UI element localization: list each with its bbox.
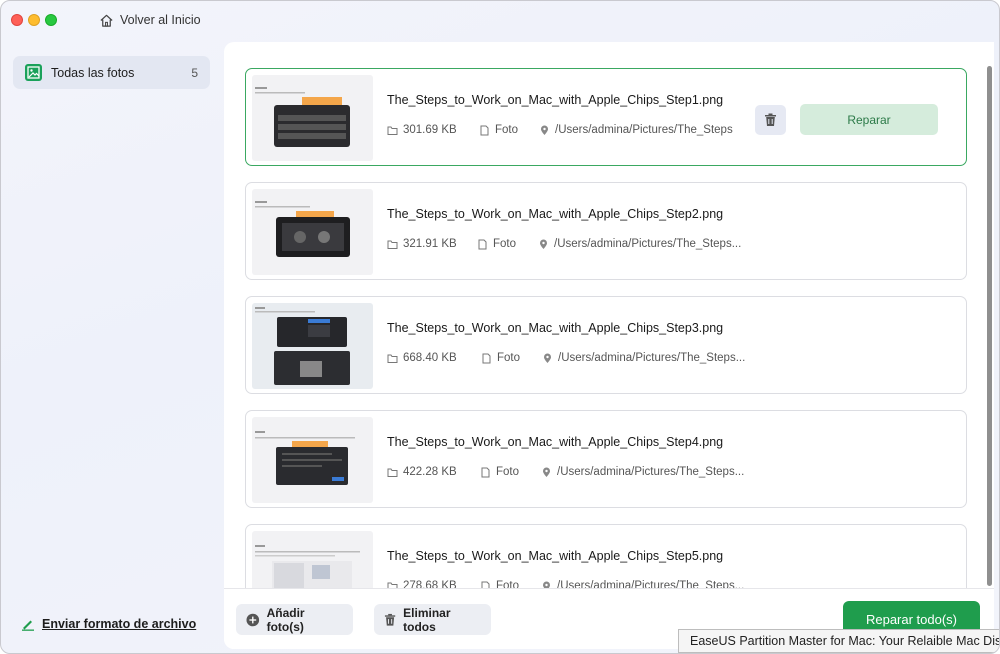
titlebar: Volver al Inicio <box>1 1 999 39</box>
folder-icon <box>387 582 398 588</box>
zoom-window-button[interactable] <box>45 14 57 26</box>
file-type-value: Foto <box>497 352 521 364</box>
home-icon <box>100 14 113 27</box>
file-icon <box>481 581 490 588</box>
minimize-window-button[interactable] <box>28 14 40 26</box>
app-window: Volver al Inicio Todas las fotos 5 Envia… <box>0 0 1000 654</box>
file-size-value: 321.91 KB <box>403 238 457 250</box>
folder-icon <box>387 468 398 477</box>
file-thumbnail <box>252 303 373 389</box>
file-path-value: /Users/admina/Pictures/The_Steps... <box>554 238 742 250</box>
location-pin-icon <box>543 581 550 588</box>
folder-icon <box>387 126 398 135</box>
plus-circle-icon <box>246 613 260 626</box>
file-name: The_Steps_to_Work_on_Mac_with_Apple_Chip… <box>387 207 724 221</box>
file-size: 301.69 KB <box>387 124 457 136</box>
file-size-value: 301.69 KB <box>403 124 457 136</box>
file-icon <box>482 353 491 363</box>
repair-button[interactable]: Reparar <box>800 104 938 135</box>
file-name: The_Steps_to_Work_on_Mac_with_Apple_Chip… <box>387 93 724 107</box>
file-thumbnail <box>252 189 373 275</box>
back-home-button[interactable]: Volver al Inicio <box>99 11 201 29</box>
file-type-value: Foto <box>495 124 519 136</box>
file-list: The_Steps_to_Work_on_Mac_with_Apple_Chip… <box>224 42 994 588</box>
file-card-3[interactable]: The_Steps_to_Work_on_Mac_with_Apple_Chip… <box>245 296 967 394</box>
location-pin-icon <box>543 467 550 477</box>
list-scrollbar[interactable] <box>987 66 992 586</box>
folder-icon <box>387 354 398 363</box>
file-card-5[interactable]: The_Steps_to_Work_on_Mac_with_Apple_Chip… <box>245 524 967 588</box>
file-card-4[interactable]: The_Steps_to_Work_on_Mac_with_Apple_Chip… <box>245 410 967 508</box>
folder-icon <box>387 240 398 249</box>
file-size-value: 278.68 KB <box>403 580 457 588</box>
file-thumbnail <box>252 75 373 161</box>
file-panel: The_Steps_to_Work_on_Mac_with_Apple_Chip… <box>224 42 994 649</box>
file-icon <box>478 239 487 249</box>
file-card-2[interactable]: The_Steps_to_Work_on_Mac_with_Apple_Chip… <box>245 182 967 280</box>
sidebar-item-label: Todas las fotos <box>51 65 135 80</box>
back-home-label: Volver al Inicio <box>120 13 201 27</box>
dock-tooltip: EaseUS Partition Master for Mac: Your Re… <box>678 629 999 653</box>
add-photos-label: Añadir foto(s) <box>266 605 305 634</box>
file-size: 668.40 KB <box>387 352 457 364</box>
delete-file-button[interactable] <box>755 105 786 135</box>
file-path: /Users/admina/Pictures/The_Steps... <box>541 466 744 478</box>
file-type: Foto <box>477 238 516 250</box>
file-type-value: Foto <box>493 238 517 250</box>
file-path-value: /Users/admina/Pictures/The_Steps <box>555 124 733 136</box>
file-size: 321.91 KB <box>387 238 457 250</box>
file-type: Foto <box>481 352 520 364</box>
file-icon <box>480 125 489 135</box>
delete-all-label: Eliminar todos <box>403 605 451 634</box>
file-path-value: /Users/admina/Pictures/The_Steps... <box>558 352 746 364</box>
file-icon <box>481 467 490 477</box>
send-format-label: Enviar formato de archivo <box>42 617 197 631</box>
file-name: The_Steps_to_Work_on_Mac_with_Apple_Chip… <box>387 549 724 563</box>
file-size: 278.68 KB <box>387 580 457 588</box>
file-path-value: /Users/admina/Pictures/The_Steps... <box>557 580 745 588</box>
add-photos-button[interactable]: Añadir foto(s) <box>236 604 353 635</box>
file-size: 422.28 KB <box>387 466 457 478</box>
file-thumbnail <box>252 531 373 588</box>
file-path: /Users/admina/Pictures/The_Steps... <box>541 580 744 588</box>
trash-icon <box>765 113 776 126</box>
location-pin-icon <box>540 239 547 249</box>
trash-icon <box>384 613 396 626</box>
location-pin-icon <box>544 353 551 363</box>
sidebar-item-count: 5 <box>191 65 198 80</box>
file-path: /Users/admina/Pictures/The_Steps... <box>542 352 745 364</box>
file-type-value: Foto <box>496 580 520 588</box>
file-path-value: /Users/admina/Pictures/The_Steps... <box>557 466 745 478</box>
file-type-value: Foto <box>496 466 520 478</box>
sidebar-item-all-photos[interactable]: Todas las fotos 5 <box>13 56 210 89</box>
file-name: The_Steps_to_Work_on_Mac_with_Apple_Chip… <box>387 435 724 449</box>
file-type: Foto <box>480 580 519 588</box>
photo-icon <box>25 64 42 81</box>
location-pin-icon <box>541 125 548 135</box>
file-size-value: 422.28 KB <box>403 466 457 478</box>
send-format-link[interactable]: Enviar formato de archivo <box>21 615 196 633</box>
pencil-icon <box>22 620 34 631</box>
file-name: The_Steps_to_Work_on_Mac_with_Apple_Chip… <box>387 321 724 335</box>
close-window-button[interactable] <box>11 14 23 26</box>
delete-all-button[interactable]: Eliminar todos <box>374 604 491 635</box>
file-path: /Users/admina/Pictures/The_Steps... <box>538 238 741 250</box>
file-card-1[interactable]: The_Steps_to_Work_on_Mac_with_Apple_Chip… <box>245 68 967 166</box>
file-type: Foto <box>479 124 518 136</box>
file-path: /Users/admina/Pictures/The_Steps <box>539 124 733 136</box>
file-type: Foto <box>480 466 519 478</box>
file-thumbnail <box>252 417 373 503</box>
file-size-value: 668.40 KB <box>403 352 457 364</box>
